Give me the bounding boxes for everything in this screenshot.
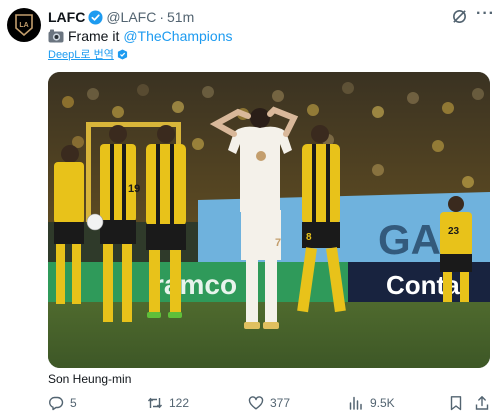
handle[interactable]: @LAFC <box>106 9 156 25</box>
lafc-logo-icon: LA <box>15 14 33 36</box>
tweet-photo[interactable]: GAL ramco Conta 19 7 8 23 <box>48 72 490 368</box>
like-count: 377 <box>270 396 291 410</box>
mention-link[interactable]: @TheChampions <box>123 28 232 44</box>
svg-text:LA: LA <box>19 22 28 29</box>
share-icon <box>475 396 489 410</box>
retweet-count: 122 <box>169 396 190 410</box>
opponent-number: 19 <box>128 183 140 195</box>
match-photo: GAL ramco Conta 19 7 8 23 <box>48 72 490 368</box>
photo-caption: Son Heung-min <box>48 372 132 386</box>
avatar[interactable]: LA <box>7 8 41 42</box>
retweet-button[interactable]: 122 <box>147 395 189 411</box>
heart-icon <box>248 396 264 410</box>
separator-dot: · <box>159 9 164 25</box>
verified-badge-icon <box>88 9 103 25</box>
bookmark-icon <box>450 396 462 411</box>
share-button[interactable] <box>474 395 490 411</box>
tweet-actions: 5 122 377 9.5K <box>48 395 490 413</box>
tweet-text: Frame it @TheChampions <box>48 28 233 44</box>
reply-icon <box>49 396 64 411</box>
display-name[interactable]: LAFC <box>48 9 85 25</box>
opponent-number: 8 <box>306 232 312 243</box>
reply-button[interactable]: 5 <box>48 395 77 411</box>
like-button[interactable]: 377 <box>248 395 290 411</box>
views-icon <box>349 396 362 410</box>
views-count: 9.5K <box>370 396 395 410</box>
player-number: 7 <box>275 237 281 249</box>
reply-count: 5 <box>70 396 77 410</box>
timestamp[interactable]: 51m <box>167 9 194 25</box>
camera-emoji-icon <box>48 29 64 43</box>
more-icon[interactable]: ··· <box>476 5 495 23</box>
opponent-number: 23 <box>448 226 460 237</box>
views-button[interactable]: 9.5K <box>348 395 395 411</box>
translate-link[interactable]: DeepL로 번역 <box>48 46 128 62</box>
translate-label[interactable]: DeepL로 번역 <box>48 46 114 62</box>
deepl-badge-icon <box>117 48 127 60</box>
sponsor-left-text: ramco <box>153 269 237 300</box>
tweet-body: Frame it <box>68 28 120 44</box>
tweet-header: LAFC @LAFC · 51m <box>48 8 194 26</box>
grok-icon[interactable] <box>451 8 468 25</box>
retweet-icon <box>147 397 163 409</box>
bookmark-button[interactable] <box>448 395 464 411</box>
